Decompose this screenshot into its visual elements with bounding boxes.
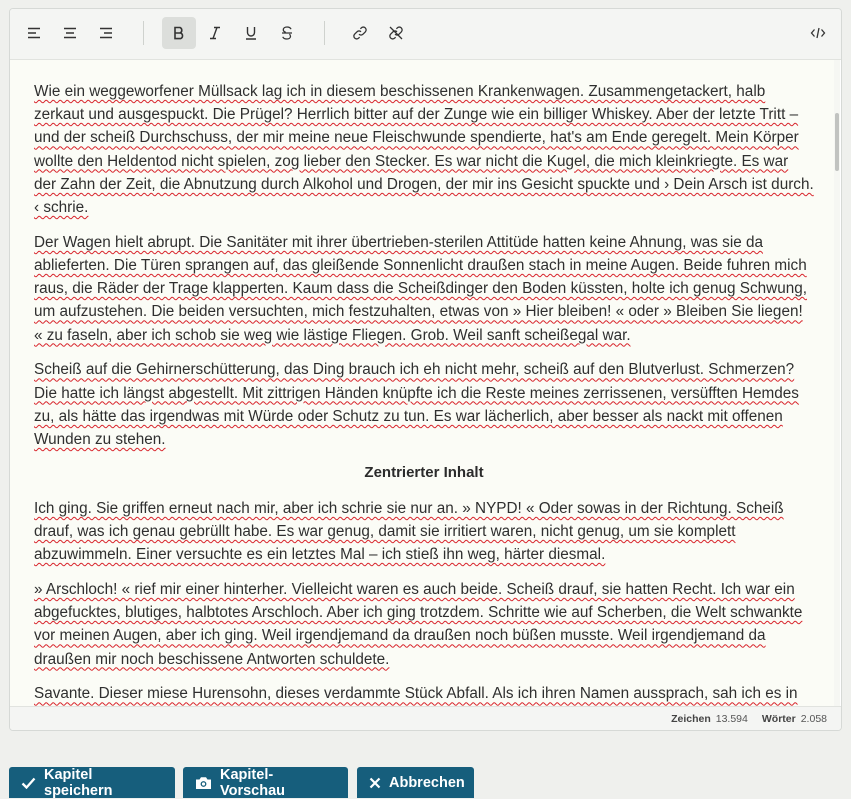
char-count-label: Zeichen	[671, 712, 711, 725]
italic-icon	[210, 26, 220, 40]
checkmark-icon	[21, 777, 36, 789]
unlink-button[interactable]	[379, 17, 413, 49]
link-icon	[353, 26, 367, 40]
bold-icon	[174, 26, 184, 40]
close-icon	[369, 777, 381, 789]
underline-icon	[246, 27, 256, 40]
cancel-label: Abbrechen	[389, 774, 465, 791]
char-count: Zeichen 13.594	[671, 713, 748, 725]
word-count: Wörter 2.058	[762, 713, 827, 725]
camera-icon	[195, 776, 212, 790]
code-view-button[interactable]	[801, 17, 835, 49]
preview-chapter-button[interactable]: Kapitel-Vorschau	[183, 766, 348, 799]
paragraph: Wie ein weggeworfener Müllsack lag ich i…	[34, 83, 814, 217]
align-left-icon	[28, 27, 40, 39]
word-count-label: Wörter	[761, 712, 796, 725]
editor-toolbar	[10, 9, 841, 60]
unlink-icon	[389, 26, 403, 40]
italic-button[interactable]	[198, 17, 232, 49]
paragraph: Savante. Dieser miese Hurensohn, dieses …	[34, 685, 798, 703]
toolbar-divider	[324, 21, 325, 45]
scrollbar-thumb[interactable]	[835, 113, 839, 171]
save-chapter-label: Kapitel speichern	[44, 766, 113, 799]
link-button[interactable]	[343, 17, 377, 49]
editor-scrollbar[interactable]	[834, 60, 840, 706]
toolbar-divider	[143, 21, 144, 45]
align-center-button[interactable]	[53, 17, 87, 49]
cancel-button[interactable]: Abbrechen	[357, 767, 474, 798]
align-center-icon	[64, 27, 76, 39]
code-view-icon	[810, 27, 826, 39]
underline-button[interactable]	[234, 17, 268, 49]
strikethrough-icon	[282, 26, 292, 40]
align-left-button[interactable]	[17, 17, 51, 49]
rich-text-editor: Wie ein weggeworfener Müllsack lag ich i…	[9, 8, 842, 731]
save-chapter-button[interactable]: Kapitel speichern	[9, 766, 175, 799]
paragraph: Der Wagen hielt abrupt. Die Sanitäter mi…	[34, 233, 807, 344]
centered-heading: Zentrierter Inhalt	[364, 463, 484, 481]
word-count-value: 2.058	[800, 712, 827, 725]
editor-content[interactable]: Wie ein weggeworfener Müllsack lag ich i…	[10, 60, 836, 706]
strikethrough-button[interactable]	[270, 17, 304, 49]
bold-button[interactable]	[162, 17, 196, 49]
char-count-value: 13.594	[715, 712, 748, 725]
paragraph: Scheiß auf die Gehirnerschütterung, das …	[34, 361, 799, 449]
preview-chapter-label: Kapitel-Vorschau	[220, 766, 286, 799]
paragraph: Ich ging. Sie griffen erneut nach mir, a…	[34, 499, 784, 564]
editor-statusbar: Zeichen 13.594 Wörter 2.058	[10, 706, 841, 730]
paragraph: » Arschloch! « rief mir einer hinterher.…	[34, 581, 803, 668]
editor-text[interactable]: Wie ein weggeworfener Müllsack lag ich i…	[10, 60, 836, 706]
align-right-button[interactable]	[89, 17, 123, 49]
align-right-icon	[100, 27, 112, 39]
